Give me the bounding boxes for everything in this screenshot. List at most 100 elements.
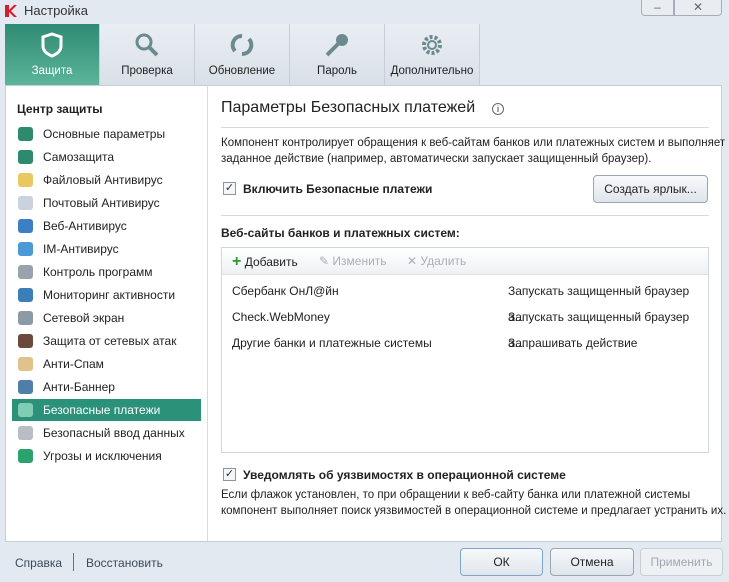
sidebar-item-icon [18,380,33,394]
search-icon [135,33,159,57]
sidebar: Центр защиты Основные параметры Самозащит… [6,86,208,541]
sidebar-item-label: Основные параметры [43,127,166,141]
tab-label: Защита [31,65,73,77]
table-row[interactable]: Другие банки и платежные системы Запрашив… [222,330,708,356]
main-tabs: Защита Проверка Обновление Пароль Дополн… [5,24,480,85]
cancel-button[interactable]: Отмена [550,548,634,576]
tab-protection[interactable]: Защита [5,24,100,85]
ok-button[interactable]: ОК [460,548,543,576]
tab-password[interactable]: Пароль [290,24,385,85]
note-line1: Если флажок установлен, то при обращении… [221,489,691,501]
main-area: Параметры Безопасных платежей i Компонен… [208,86,726,541]
sidebar-item-icon [18,173,33,187]
site-action: Запрашивать действие [508,336,638,350]
sidebar-item-icon [18,449,33,463]
add-label: Добавить [244,255,298,269]
minimize-button[interactable]: – [641,0,674,16]
sidebar-item-icon [18,196,33,210]
site-name: Check.WebMoney [232,310,330,324]
content-panel: Центр защиты Основные параметры Самозащит… [5,85,726,542]
sidebar-item-label: Сетевой экран [43,311,125,325]
sidebar-item-icon [18,127,33,141]
shield-icon [41,32,63,58]
edit-label: Изменить [332,254,387,268]
description-line2: заданное действие (например, автоматичес… [221,153,652,165]
delete-label: Удалить [420,254,467,268]
sidebar-item[interactable]: Безопасный ввод данных [12,422,201,444]
sidebar-item-label: Самозащита [43,150,115,164]
site-name: Другие банки и платежные системы [232,336,432,350]
sidebar-item[interactable]: Веб-Антивирус [12,215,201,237]
pencil-icon: ✎ [319,254,330,268]
gear-icon [422,35,442,55]
description-line1: Компонент контролирует обращения к веб-с… [221,137,726,149]
sidebar-item-label: Безопасный ввод данных [43,426,185,440]
sidebar-item[interactable]: Угрозы и исключения [12,445,201,467]
sidebar-item-label: Файловый Антивирус [43,173,163,187]
add-button[interactable]: + Добавить [232,253,298,271]
sidebar-item[interactable]: IM-Антивирус [12,238,201,260]
sidebar-item-icon [18,150,33,164]
sidebar-item[interactable]: Анти-Баннер [12,376,201,398]
tab-label: Пароль [317,65,357,77]
table-row[interactable]: Сбербанк ОнЛ@йн Запускать защищенный брау… [222,278,708,324]
sidebar-item-label: Защита от сетевых атак [43,334,177,348]
edit-button[interactable]: ✎ Изменить [319,254,387,268]
tab-label: Обновление [208,65,276,77]
sidebar-item[interactable]: Защита от сетевых атак [12,330,201,352]
sidebar-item-label: Анти-Баннер [43,380,115,394]
sidebar-item-icon [18,288,33,302]
sidebar-item-icon [18,219,33,233]
sidebar-item-icon [18,265,33,279]
tab-label: Дополнительно [390,65,474,77]
help-link[interactable]: Справка [15,556,62,570]
close-button[interactable]: ✕ [674,0,722,16]
sidebar-item[interactable]: Контроль программ [12,261,201,283]
list-label: Веб-сайты банков и платежных систем: [221,226,460,240]
sites-list: + Добавить ✎ Изменить ✕ Удалить Сбербанк… [221,247,709,453]
plus-icon: + [232,253,242,270]
info-icon[interactable]: i [492,103,504,115]
sidebar-item-label: Мониторинг активности [43,288,176,302]
window-title: Настройка [24,3,88,18]
tab-label: Проверка [121,65,173,77]
create-shortcut-button[interactable]: Создать ярлык... [593,175,708,203]
sidebar-item[interactable]: Самозащита [12,146,201,168]
sidebar-item-icon [18,403,33,417]
kaspersky-logo-icon [5,5,17,17]
sidebar-item[interactable]: Безопасные платежи [12,399,201,421]
sidebar-item[interactable]: Основные параметры [12,123,201,145]
tab-scan[interactable]: Проверка [100,24,195,85]
sidebar-item-icon [18,311,33,325]
refresh-icon [230,34,254,56]
sidebar-item-icon [18,242,33,256]
enable-checkbox[interactable]: ✓ [223,182,236,195]
sidebar-item-label: Безопасные платежи [43,403,161,417]
note-line2: компонент выполняет поиск уязвимостей в … [221,505,727,517]
sidebar-item-icon [18,357,33,371]
list-toolbar: + Добавить ✎ Изменить ✕ Удалить [222,248,708,275]
key-icon [325,34,348,57]
footer-divider [73,553,74,571]
sidebar-item-label: Угрозы и исключения [43,449,162,463]
sidebar-item[interactable]: Сетевой экран [12,307,201,329]
sidebar-item-label: Веб-Антивирус [43,219,127,233]
sidebar-item-label: Почтовый Антивирус [43,196,160,210]
sidebar-item[interactable]: Мониторинг активности [12,284,201,306]
notify-label: Уведомлять об уязвимостях в операционной… [243,468,566,482]
sidebar-item[interactable]: Почтовый Антивирус [12,192,201,214]
sidebar-item-label: IM-Антивирус [43,242,119,256]
sidebar-item-label: Контроль программ [43,265,153,279]
notify-checkbox[interactable]: ✓ [223,468,236,481]
sidebar-item[interactable]: Файловый Антивирус [12,169,201,191]
enable-label: Включить Безопасные платежи [243,182,433,196]
sidebar-item-label: Анти-Спам [43,357,104,371]
tab-update[interactable]: Обновление [195,24,290,85]
sidebar-item[interactable]: Анти-Спам [12,353,201,375]
delete-button[interactable]: ✕ Удалить [407,254,466,268]
page-title: Параметры Безопасных платежей [221,99,476,116]
apply-button[interactable]: Применить [640,548,723,576]
table-row[interactable]: Check.WebMoney Запускать защищенный брауз… [222,304,708,350]
tab-advanced[interactable]: Дополнительно [385,24,480,85]
restore-link[interactable]: Восстановить [86,556,163,570]
